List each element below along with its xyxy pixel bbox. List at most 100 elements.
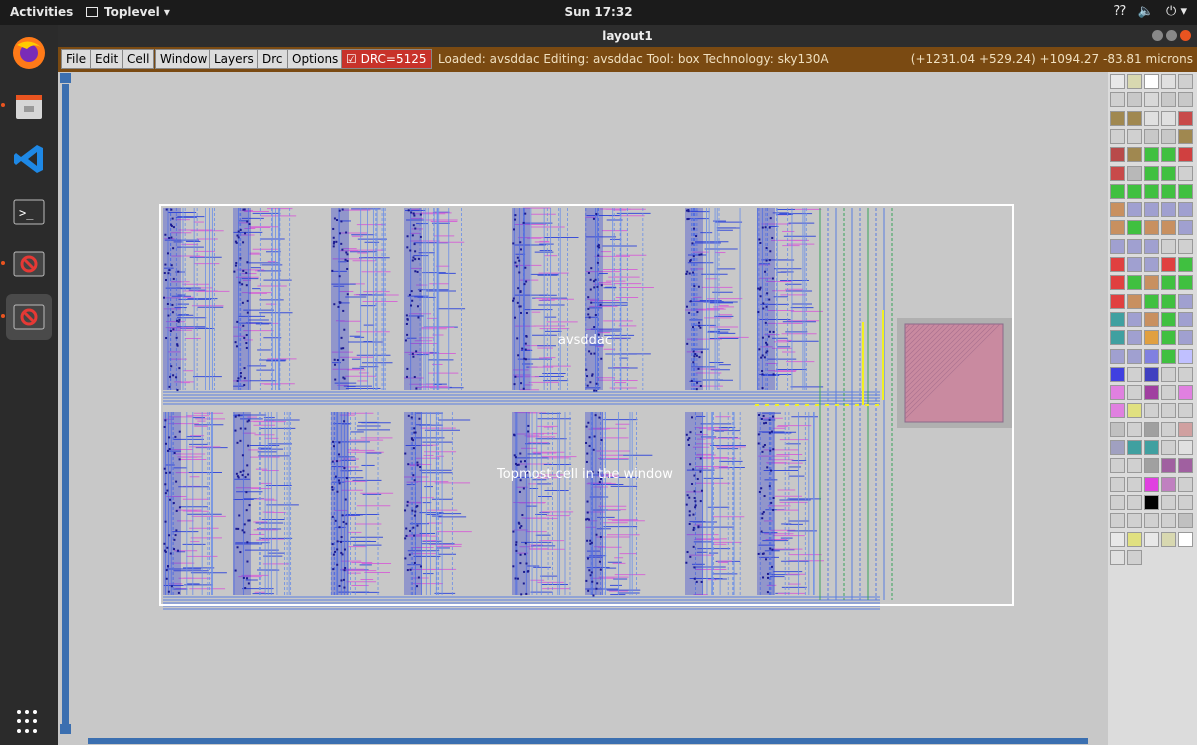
layer-swatch[interactable] [1161,147,1176,163]
layer-swatch[interactable] [1178,183,1193,199]
layer-swatch[interactable] [1110,403,1125,419]
layer-swatch[interactable] [1178,275,1193,291]
layer-swatch[interactable] [1127,403,1142,419]
horizontal-scroll-thumb[interactable] [88,738,1088,744]
layer-swatch[interactable] [1161,330,1176,346]
layer-swatch[interactable] [1144,128,1159,144]
menu-cell[interactable]: Cell [122,49,155,69]
menu-layers[interactable]: Layers [209,49,259,69]
layer-swatch[interactable] [1110,74,1125,89]
network-icon[interactable]: ⁇ [1114,4,1126,19]
layer-swatch[interactable] [1161,348,1176,364]
horizontal-scrollbar[interactable] [58,737,1108,745]
layer-swatch[interactable] [1144,74,1159,89]
layer-swatch[interactable] [1161,366,1176,382]
close-button[interactable] [1180,30,1191,41]
layer-swatch[interactable] [1127,421,1142,437]
layer-swatch[interactable] [1178,494,1193,510]
layer-swatch[interactable] [1178,128,1193,144]
layer-swatch[interactable] [1178,366,1193,382]
layer-swatch[interactable] [1161,165,1176,181]
activities-button[interactable]: Activities [10,5,73,19]
layer-swatch[interactable] [1178,513,1193,529]
layer-swatch[interactable] [1127,549,1142,565]
layer-swatch[interactable] [1161,494,1176,510]
layer-swatch[interactable] [1161,257,1176,272]
layer-swatch[interactable] [1178,238,1193,254]
layer-swatch[interactable] [1161,238,1176,254]
layer-swatch[interactable] [1127,92,1142,108]
layer-swatch[interactable] [1110,385,1125,401]
layer-swatch[interactable] [1161,531,1176,547]
layer-swatch[interactable] [1110,238,1125,254]
layer-swatch[interactable] [1178,330,1193,346]
layer-swatch[interactable] [1110,458,1125,474]
layer-swatch[interactable] [1144,220,1159,236]
layer-swatch[interactable] [1110,257,1125,272]
layer-swatch[interactable] [1144,366,1159,382]
terminal-icon[interactable]: >_ [6,189,52,235]
layer-swatch[interactable] [1144,238,1159,254]
layer-swatch[interactable] [1127,110,1142,126]
layer-swatch[interactable] [1178,220,1193,236]
layer-swatch[interactable] [1127,74,1142,89]
layer-swatch[interactable] [1178,92,1193,108]
layer-swatch[interactable] [1127,385,1142,401]
layer-swatch[interactable] [1127,458,1142,474]
layer-swatch[interactable] [1110,293,1125,309]
layer-palette[interactable] [1108,72,1197,745]
magic-icon-active[interactable] [6,294,52,340]
layer-swatch[interactable] [1127,311,1142,327]
layer-swatch[interactable] [1161,183,1176,199]
layer-swatch[interactable] [1110,348,1125,364]
layer-swatch[interactable] [1110,311,1125,327]
layer-swatch[interactable] [1144,421,1159,437]
layer-swatch[interactable] [1161,110,1176,126]
vertical-scrollbar[interactable] [58,72,73,737]
layer-swatch[interactable] [1110,494,1125,510]
layer-swatch[interactable] [1144,275,1159,291]
layer-swatch[interactable] [1127,293,1142,309]
layer-swatch[interactable] [1127,275,1142,291]
layer-swatch[interactable] [1127,220,1142,236]
layer-swatch[interactable] [1127,257,1142,272]
layer-swatch[interactable] [1144,476,1159,492]
minimize-button[interactable] [1152,30,1163,41]
layer-swatch[interactable] [1161,403,1176,419]
menu-file[interactable]: File [61,49,92,69]
layer-swatch[interactable] [1161,128,1176,144]
layer-swatch[interactable] [1110,220,1125,236]
layer-swatch[interactable] [1144,440,1159,455]
layer-swatch[interactable] [1178,421,1193,437]
layer-swatch[interactable] [1144,165,1159,181]
layer-swatch[interactable] [1110,202,1125,218]
layer-swatch[interactable] [1178,293,1193,309]
layer-swatch[interactable] [1110,275,1125,291]
layer-swatch[interactable] [1144,385,1159,401]
layer-swatch[interactable] [1127,476,1142,492]
layer-swatch[interactable] [1144,513,1159,529]
layer-swatch[interactable] [1110,92,1125,108]
layer-swatch[interactable] [1110,128,1125,144]
layer-swatch[interactable] [1110,165,1125,181]
layer-swatch[interactable] [1110,549,1125,565]
layer-swatch[interactable] [1178,311,1193,327]
volume-icon[interactable]: 🔈 [1138,4,1154,19]
scroll-down-arrow-icon[interactable] [60,724,71,734]
layer-swatch[interactable] [1110,147,1125,163]
layer-swatch[interactable] [1178,531,1193,547]
layer-swatch[interactable] [1161,92,1176,108]
layer-swatch[interactable] [1110,183,1125,199]
power-icon[interactable]: ⏻ ▾ [1166,4,1187,19]
layer-swatch[interactable] [1144,183,1159,199]
clock[interactable]: Sun 17:32 [0,5,1197,19]
vscode-icon[interactable] [6,136,52,182]
layer-swatch[interactable] [1178,147,1193,163]
system-tray[interactable]: ⁇ 🔈 ⏻ ▾ [1114,4,1187,19]
layer-swatch[interactable] [1178,110,1193,126]
layer-swatch[interactable] [1178,202,1193,218]
layer-swatch[interactable] [1127,348,1142,364]
firefox-icon[interactable] [6,30,52,76]
layer-swatch[interactable] [1161,202,1176,218]
layer-swatch[interactable] [1178,458,1193,474]
